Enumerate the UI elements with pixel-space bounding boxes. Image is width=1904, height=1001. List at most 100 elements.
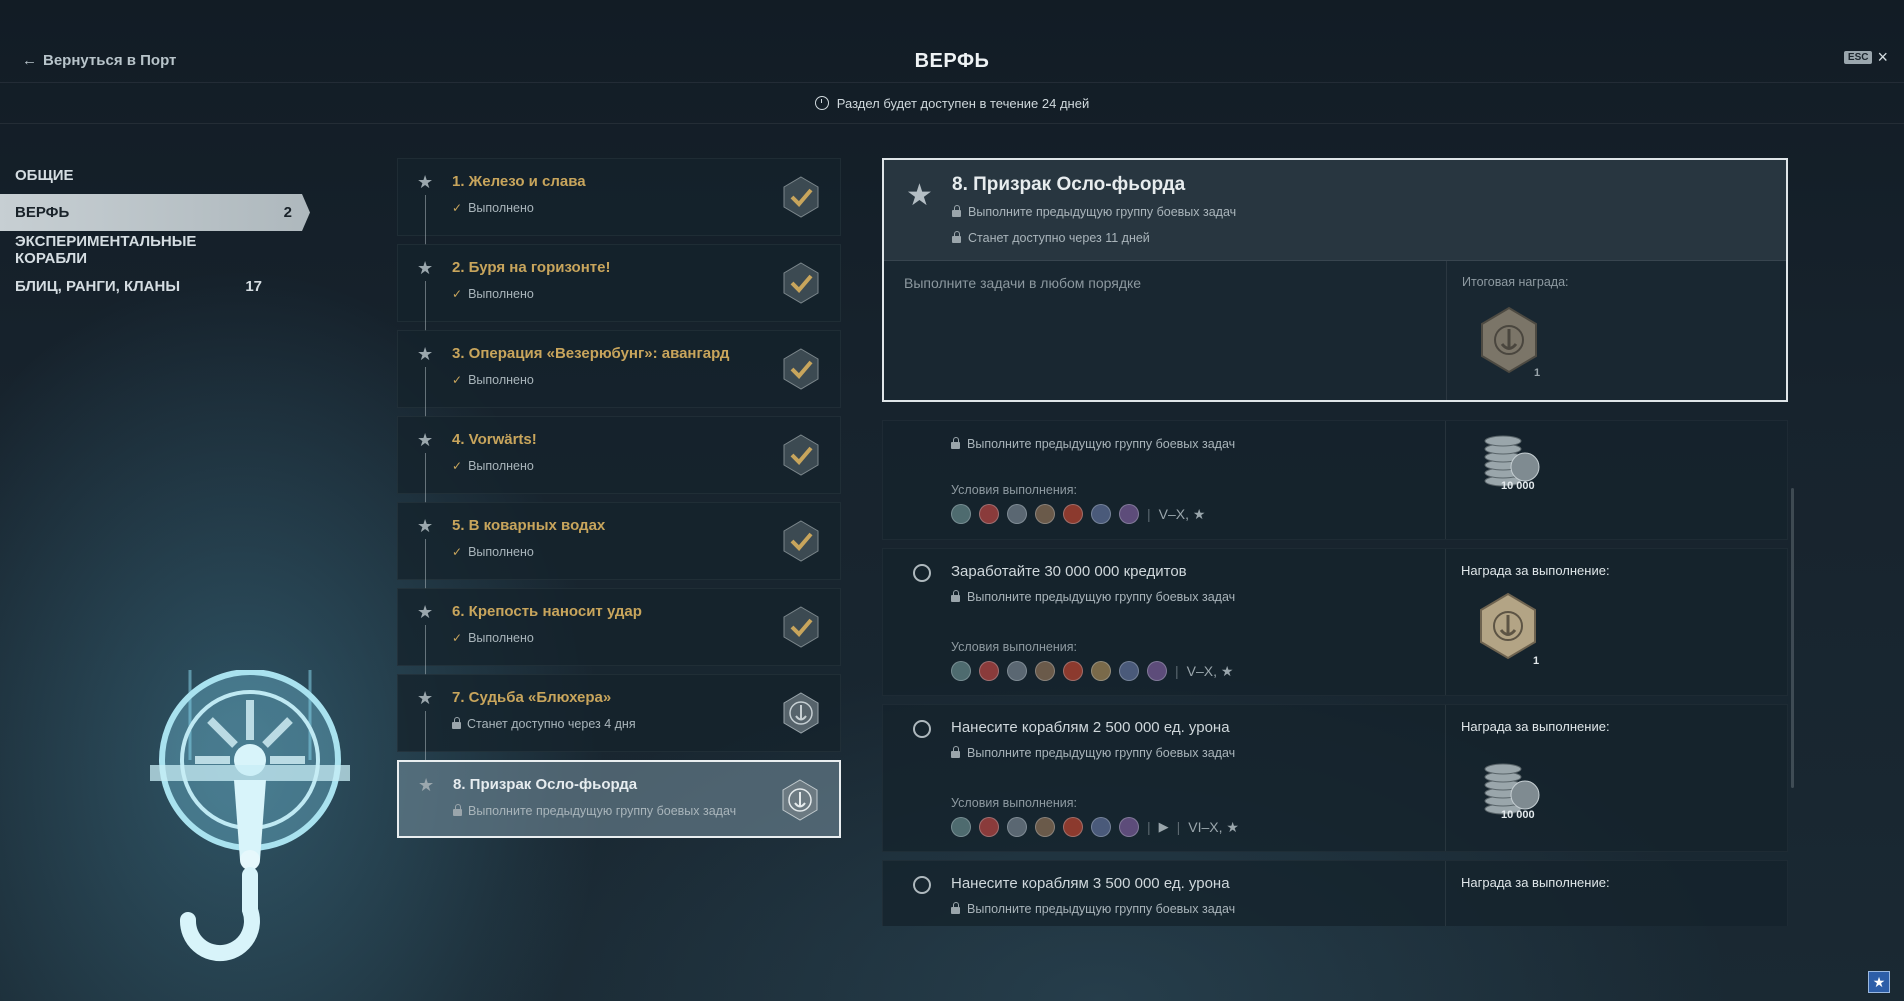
tier-range: V–X, ★ — [1158, 505, 1206, 522]
nation-flag-icon — [1091, 661, 1111, 681]
task-status-text: Выполнено — [468, 287, 534, 301]
task-title: 8. Призрак Осло-фьорда — [453, 776, 638, 793]
reward-label: Награда за выполнение: — [1461, 563, 1610, 578]
sidebar-item-label: ВЕРФЬ — [15, 204, 70, 221]
lock-icon — [951, 746, 960, 758]
task-status-text: Выполнено — [468, 631, 534, 645]
subtask-requirement: Выполните предыдущую группу боевых задач — [951, 590, 1235, 604]
close-button[interactable]: ESC × — [1843, 48, 1888, 66]
detail-title: 8. Призрак Осло-фьорда — [952, 174, 1186, 195]
subtask-radio[interactable] — [913, 876, 931, 894]
subtask-title: Нанесите кораблям 3 500 000 ед. урона — [951, 875, 1230, 892]
task-status: ✓ Выполнено — [452, 459, 534, 473]
task-status-text: Станет доступно через 4 дня — [467, 717, 636, 731]
completed-badge-icon — [783, 434, 819, 476]
subtask-title: Нанесите кораблям 2 500 000 ед. урона — [951, 719, 1230, 736]
subtask-radio[interactable] — [913, 564, 931, 582]
lock-icon — [952, 231, 961, 243]
star-icon: ★ — [417, 430, 434, 450]
nation-flag-icon — [1119, 661, 1139, 681]
divider — [1445, 549, 1446, 695]
reward-amount: 1 — [1533, 655, 1540, 667]
checkmark-icon: ✓ — [452, 459, 463, 473]
timeline-connector — [425, 539, 426, 589]
nation-flag-icon — [951, 661, 971, 681]
page-title: ВЕРФЬ — [914, 50, 990, 72]
task-item[interactable]: ★ 5. В коварных водах ✓ Выполнено — [397, 502, 841, 589]
task-item[interactable]: ★ 4. Vorwärts! ✓ Выполнено — [397, 416, 841, 503]
task-item[interactable]: ★ 6. Крепость наносит удар ✓ Выполнено — [397, 588, 841, 675]
nation-flag-icon — [1007, 661, 1027, 681]
completed-badge-icon — [783, 348, 819, 390]
category-sidebar: ОБЩИЕ ВЕРФЬ 2 ЭКСПЕРИМЕНТАЛЬНЫЕ КОРАБЛИ … — [0, 157, 320, 305]
task-status: ✓ Выполнено — [452, 287, 534, 301]
sidebar-item-shipyard[interactable]: ВЕРФЬ 2 — [0, 194, 310, 231]
sidebar-item-label: ОБЩИЕ — [15, 167, 74, 184]
task-item[interactable]: ★ 3. Операция «Везерюбунг»: авангард ✓ Вы… — [397, 330, 841, 417]
tier-range: V–X, ★ — [1186, 662, 1234, 679]
nation-flag-icon — [1063, 817, 1083, 837]
divider — [1445, 705, 1446, 851]
subtask-requirement-text: Выполните предыдущую группу боевых задач — [967, 902, 1236, 916]
divider — [1445, 861, 1446, 926]
task-status-text: Выполнено — [468, 459, 534, 473]
conditions-label: Условия выполнения: — [951, 796, 1077, 810]
task-status: ✓ Выполнено — [452, 545, 534, 559]
task-item[interactable]: ★ 1. Железо и слава ✓ Выполнено — [397, 158, 841, 245]
final-reward-count: 1 — [1534, 367, 1541, 379]
subtask-title: Заработайте 30 000 000 кредитов — [951, 563, 1187, 580]
star-icon: ★ — [417, 172, 434, 192]
lock-icon — [951, 902, 960, 914]
completed-badge-icon — [783, 520, 819, 562]
divider — [1446, 261, 1447, 401]
timeline-connector — [425, 281, 426, 331]
task-item-selected[interactable]: ★ 8. Призрак Осло-фьорда Выполните преды… — [397, 760, 841, 838]
clock-icon — [814, 96, 829, 110]
nation-flag-icon — [1063, 504, 1083, 524]
subtask-requirement: Выполните предыдущую группу боевых задач — [951, 437, 1235, 451]
esc-key-hint: ESC — [1843, 50, 1873, 64]
conditions-label: Условия выполнения: — [951, 483, 1077, 497]
pin-star-button[interactable]: ★ — [1868, 971, 1890, 993]
detail-requirement: Выполните предыдущую группу боевых задач — [952, 205, 1236, 219]
task-item[interactable]: ★ 2. Буря на горизонте! ✓ Выполнено — [397, 244, 841, 331]
nation-flag-icon — [979, 661, 999, 681]
task-status: ✓ Выполнено — [452, 373, 534, 387]
sidebar-item-general[interactable]: ОБЩИЕ — [0, 157, 280, 194]
timeline-connector — [425, 367, 426, 417]
detail-hint: Выполните задачи в любом порядке — [904, 275, 1142, 291]
nation-flag-icon — [979, 817, 999, 837]
completed-badge-icon — [783, 176, 819, 218]
nation-flag-icon — [979, 504, 999, 524]
task-title: 5. В коварных водах — [452, 517, 606, 534]
task-item[interactable]: ★ 7. Судьба «Блюхера» Станет доступно че… — [397, 674, 841, 761]
reward-label: Награда за выполнение: — [1461, 875, 1610, 890]
nation-icons: | V–X, ★ — [951, 504, 1205, 524]
task-status: ✓ Выполнено — [452, 201, 534, 215]
sidebar-item-count: 17 — [245, 278, 262, 295]
availability-text: Раздел будет доступен в течение 24 дней — [836, 95, 1090, 111]
star-icon: ★ — [417, 602, 434, 622]
subtask-radio[interactable] — [913, 720, 931, 738]
nation-flag-icon — [1119, 817, 1139, 837]
task-title: 3. Операция «Везерюбунг»: авангард — [452, 345, 730, 362]
subtask-requirement-text: Выполните предыдущую группу боевых задач — [967, 746, 1236, 760]
sidebar-item-blitz-ranks-clans[interactable]: БЛИЦ, РАНГИ, КЛАНЫ 17 — [0, 268, 280, 305]
nation-flag-icon — [951, 504, 971, 524]
separator: | — [1147, 819, 1151, 835]
subtask-requirement-text: Выполните предыдущую группу боевых задач — [967, 590, 1236, 604]
ship-class-icon: ▶ — [1158, 819, 1169, 834]
nation-flag-icon — [1119, 504, 1139, 524]
task-title: 2. Буря на горизонте! — [452, 259, 611, 276]
nation-flag-icon — [1007, 504, 1027, 524]
sidebar-item-label: ЭКСПЕРИМЕНТАЛЬНЫЕ КОРАБЛИ — [15, 232, 197, 267]
timeline-connector — [425, 625, 426, 675]
scrollbar[interactable] — [1791, 488, 1794, 788]
completed-badge-icon — [783, 262, 819, 304]
checkmark-icon: ✓ — [452, 631, 463, 645]
subtask-requirement-text: Выполните предыдущую группу боевых задач — [967, 437, 1236, 451]
sidebar-item-experimental-ships[interactable]: ЭКСПЕРИМЕНТАЛЬНЫЕ КОРАБЛИ — [0, 231, 280, 268]
divider — [1445, 421, 1446, 539]
subtask-list: Выполните предыдущую группу боевых задач… — [882, 420, 1788, 926]
task-status: Станет доступно через 4 дня — [452, 717, 636, 731]
